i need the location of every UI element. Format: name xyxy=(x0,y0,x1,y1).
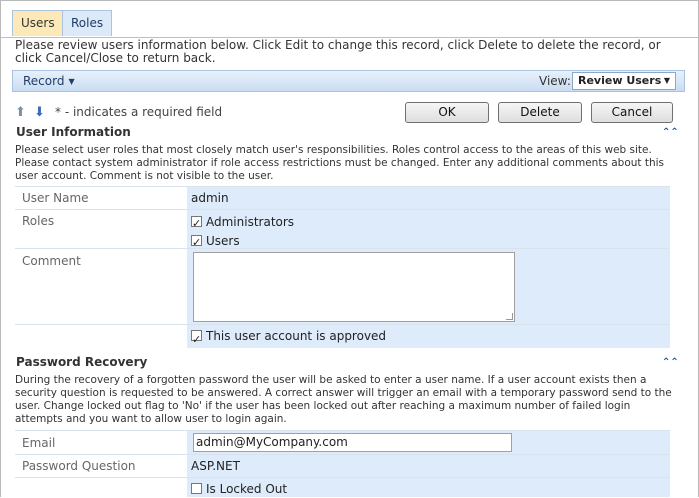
tab-users[interactable]: Users xyxy=(12,10,64,36)
chevron-down-icon: ▼ xyxy=(663,76,670,85)
view-label: View: xyxy=(539,74,571,88)
view-select[interactable]: Review Users ▼ xyxy=(572,72,676,90)
locked-out-value[interactable]: Is Locked Out xyxy=(187,478,670,497)
locked-out-label: Is Locked Out xyxy=(206,482,288,496)
delete-button[interactable]: Delete xyxy=(498,102,582,123)
checkbox-unchecked-icon[interactable] xyxy=(191,483,202,494)
record-menu[interactable]: Record ▼ xyxy=(23,74,75,88)
collapse-icon[interactable]: ⌃⌃ xyxy=(662,357,679,368)
tab-roles[interactable]: Roles xyxy=(62,10,113,36)
arrow-down-icon[interactable]: ⬇ xyxy=(34,105,45,120)
cancel-button[interactable]: Cancel xyxy=(591,102,673,123)
checkbox-checked-icon[interactable] xyxy=(191,214,202,233)
required-field-note: * - indicates a required field xyxy=(55,105,223,119)
chevron-down-icon: ▼ xyxy=(68,77,75,86)
comment-textarea[interactable] xyxy=(193,252,515,322)
user-information-description: Please select user roles that most close… xyxy=(15,144,665,182)
ok-button[interactable]: OK xyxy=(405,102,489,123)
roles-row: Roles Administrators Users xyxy=(15,209,670,252)
password-recovery-description: During the recovery of a forgotten passw… xyxy=(15,374,672,425)
email-value: admin@MyCompany.com xyxy=(187,431,670,455)
password-recovery-title: Password Recovery xyxy=(16,355,148,369)
password-question-row: Password Question ASP.NET xyxy=(15,454,670,478)
approved-label-cell xyxy=(15,325,187,348)
page-instructions: Please review users information below. C… xyxy=(15,38,661,65)
password-question-value: ASP.NET xyxy=(187,455,670,478)
roles-value: Administrators Users xyxy=(187,210,670,252)
record-menu-label: Record xyxy=(23,74,65,88)
action-bar: Record ▼ View: Review Users ▼ xyxy=(12,70,685,92)
email-field[interactable]: admin@MyCompany.com xyxy=(193,433,512,452)
user-name-row: User Name admin xyxy=(15,186,670,210)
role-option[interactable]: Administrators xyxy=(191,213,670,233)
user-name-label: User Name xyxy=(15,187,187,210)
email-row: Email admin@MyCompany.com xyxy=(15,430,670,455)
collapse-icon[interactable]: ⌃⌃ xyxy=(662,127,679,138)
comment-label: Comment xyxy=(15,249,187,325)
approved-label: This user account is approved xyxy=(206,329,387,343)
comment-row: Comment xyxy=(15,248,670,325)
email-label: Email xyxy=(15,431,187,455)
locked-out-row: Is Locked Out xyxy=(15,477,670,497)
locked-out-label-cell xyxy=(15,478,187,497)
user-name-value: admin xyxy=(187,187,670,210)
comment-value xyxy=(187,249,670,325)
role-label: Administrators xyxy=(206,215,295,229)
tab-bar: Users Roles xyxy=(1,1,698,38)
approved-row: This user account is approved xyxy=(15,324,670,351)
roles-label: Roles xyxy=(15,210,187,249)
role-label: Users xyxy=(206,234,240,248)
checkbox-checked-icon[interactable] xyxy=(191,233,202,252)
user-details-form: Users Roles Please review users informat… xyxy=(0,0,699,497)
arrow-up-icon[interactable]: ⬆ xyxy=(15,105,26,120)
approved-value[interactable]: This user account is approved xyxy=(187,325,670,351)
checkbox-checked-icon[interactable] xyxy=(191,328,202,351)
view-select-value: Review Users xyxy=(578,74,662,87)
user-information-title: User Information xyxy=(16,125,131,139)
password-question-label: Password Question xyxy=(15,455,187,478)
